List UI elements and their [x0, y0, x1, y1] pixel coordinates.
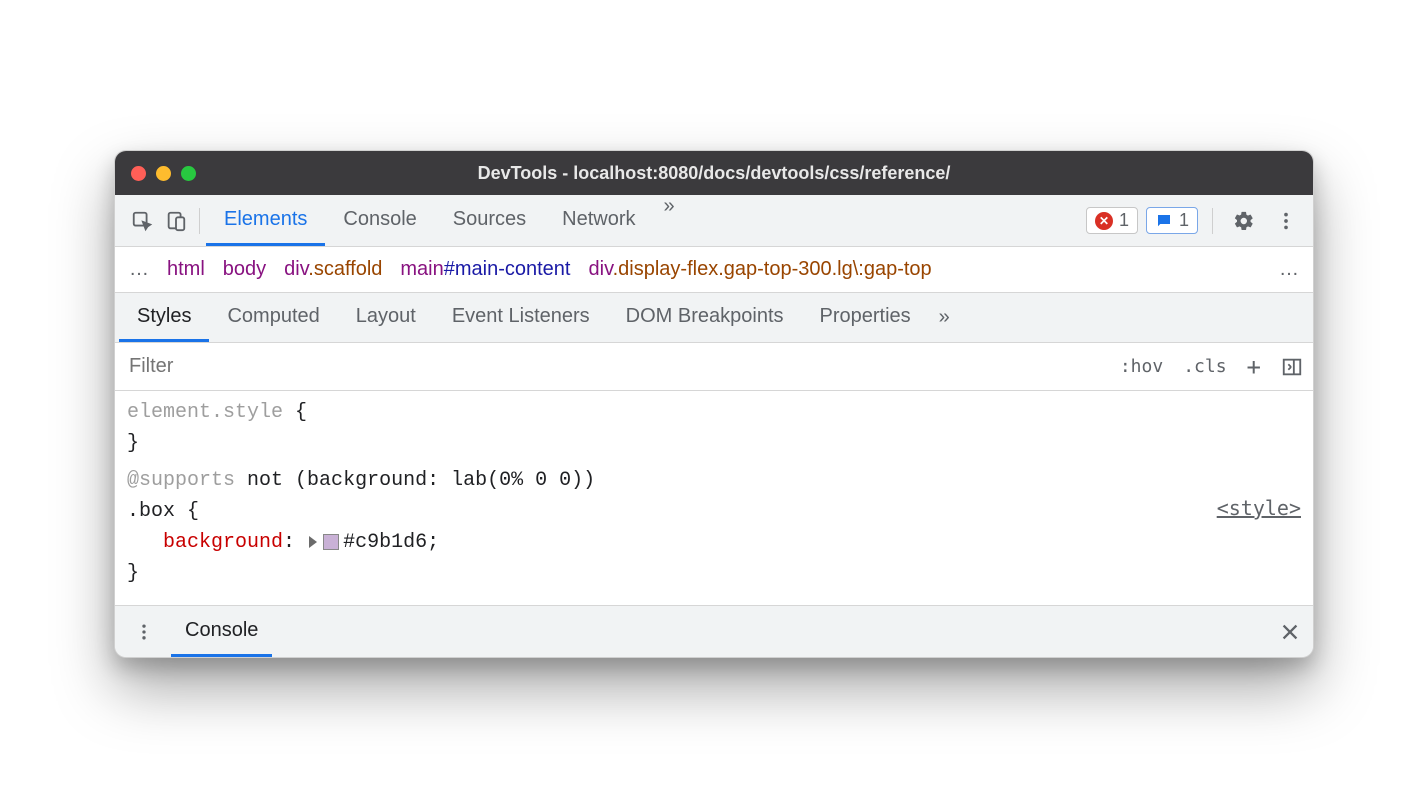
breadcrumb-item[interactable]: div.display-flex.gap-top-300.lg\:gap-top: [589, 258, 932, 281]
tab-sources[interactable]: Sources: [435, 195, 544, 246]
toolbar-separator: [1212, 208, 1213, 234]
rule-selector: .box: [127, 500, 175, 523]
at-rule-condition: not (background: lab(0% 0 0)): [247, 469, 595, 492]
subtab-layout[interactable]: Layout: [338, 293, 434, 342]
errors-badge[interactable]: ✕ 1: [1086, 207, 1138, 234]
computed-styles-sidebar-icon[interactable]: [1271, 343, 1313, 390]
drawer-kebab-icon[interactable]: [127, 615, 161, 649]
settings-icon[interactable]: [1227, 204, 1261, 238]
cls-toggle[interactable]: .cls: [1173, 343, 1236, 390]
messages-badge[interactable]: 1: [1146, 207, 1198, 234]
subtab-computed[interactable]: Computed: [209, 293, 337, 342]
minimize-window-button[interactable]: [156, 166, 171, 181]
expand-longhand-icon[interactable]: [309, 536, 317, 548]
styles-filter-input[interactable]: [115, 343, 1110, 390]
console-drawer: Console: [115, 605, 1313, 657]
element-style-rule[interactable]: element.style { }: [127, 397, 1301, 459]
breadcrumb-item[interactable]: html: [167, 258, 205, 281]
main-tabs: Elements Console Sources Network »: [206, 195, 685, 246]
subtab-properties[interactable]: Properties: [802, 293, 929, 342]
window-title: DevTools - localhost:8080/docs/devtools/…: [115, 163, 1313, 184]
styles-pane: element.style { } @supports not (backgro…: [115, 391, 1313, 605]
color-swatch-icon[interactable]: [323, 534, 339, 550]
error-icon: ✕: [1095, 212, 1113, 230]
devtools-window: DevTools - localhost:8080/docs/devtools/…: [114, 150, 1314, 658]
more-subtabs-icon[interactable]: »: [929, 306, 960, 329]
subtab-dom-breakpoints[interactable]: DOM Breakpoints: [608, 293, 802, 342]
rule-source-link[interactable]: <style>: [1217, 493, 1301, 524]
tab-network[interactable]: Network: [544, 195, 653, 246]
breadcrumb-trailing-ellipsis[interactable]: …: [1279, 258, 1299, 281]
subtab-event-listeners[interactable]: Event Listeners: [434, 293, 608, 342]
element-style-selector: element.style: [127, 401, 283, 424]
tab-console[interactable]: Console: [325, 195, 434, 246]
maximize-window-button[interactable]: [181, 166, 196, 181]
errors-count: 1: [1119, 210, 1129, 231]
breadcrumb-item[interactable]: main#main-content: [400, 258, 570, 281]
toolbar-right: ✕ 1 1: [1086, 204, 1303, 238]
at-rule: @supports: [127, 469, 235, 492]
subtab-styles[interactable]: Styles: [119, 293, 209, 342]
close-window-button[interactable]: [131, 166, 146, 181]
toolbar-separator: [199, 208, 200, 234]
traffic-lights: [131, 166, 196, 181]
tab-elements[interactable]: Elements: [206, 195, 325, 246]
device-toolbar-icon[interactable]: [159, 204, 193, 238]
breadcrumb-leading-ellipsis[interactable]: …: [129, 258, 149, 281]
new-style-rule-button[interactable]: +: [1237, 343, 1271, 390]
decl-property[interactable]: background: [163, 531, 283, 554]
breadcrumb-item[interactable]: div.scaffold: [284, 258, 382, 281]
drawer-close-icon[interactable]: [1279, 621, 1301, 643]
more-tabs-icon[interactable]: »: [654, 195, 685, 246]
drawer-tab-console[interactable]: Console: [171, 606, 272, 657]
styles-filter-row: :hov .cls +: [115, 343, 1313, 391]
kebab-menu-icon[interactable]: [1269, 204, 1303, 238]
hov-toggle[interactable]: :hov: [1110, 343, 1173, 390]
decl-value[interactable]: #c9b1d6: [343, 531, 427, 554]
titlebar: DevTools - localhost:8080/docs/devtools/…: [115, 151, 1313, 195]
dom-breadcrumb: … html body div.scaffold main#main-conte…: [115, 247, 1313, 293]
message-icon: [1155, 212, 1173, 230]
messages-count: 1: [1179, 210, 1189, 231]
main-toolbar: Elements Console Sources Network » ✕ 1 1: [115, 195, 1313, 247]
supports-rule[interactable]: @supports not (background: lab(0% 0 0)) …: [127, 465, 1301, 589]
inspect-element-icon[interactable]: [125, 204, 159, 238]
styles-subtabs: Styles Computed Layout Event Listeners D…: [115, 293, 1313, 343]
breadcrumb-item[interactable]: body: [223, 258, 266, 281]
